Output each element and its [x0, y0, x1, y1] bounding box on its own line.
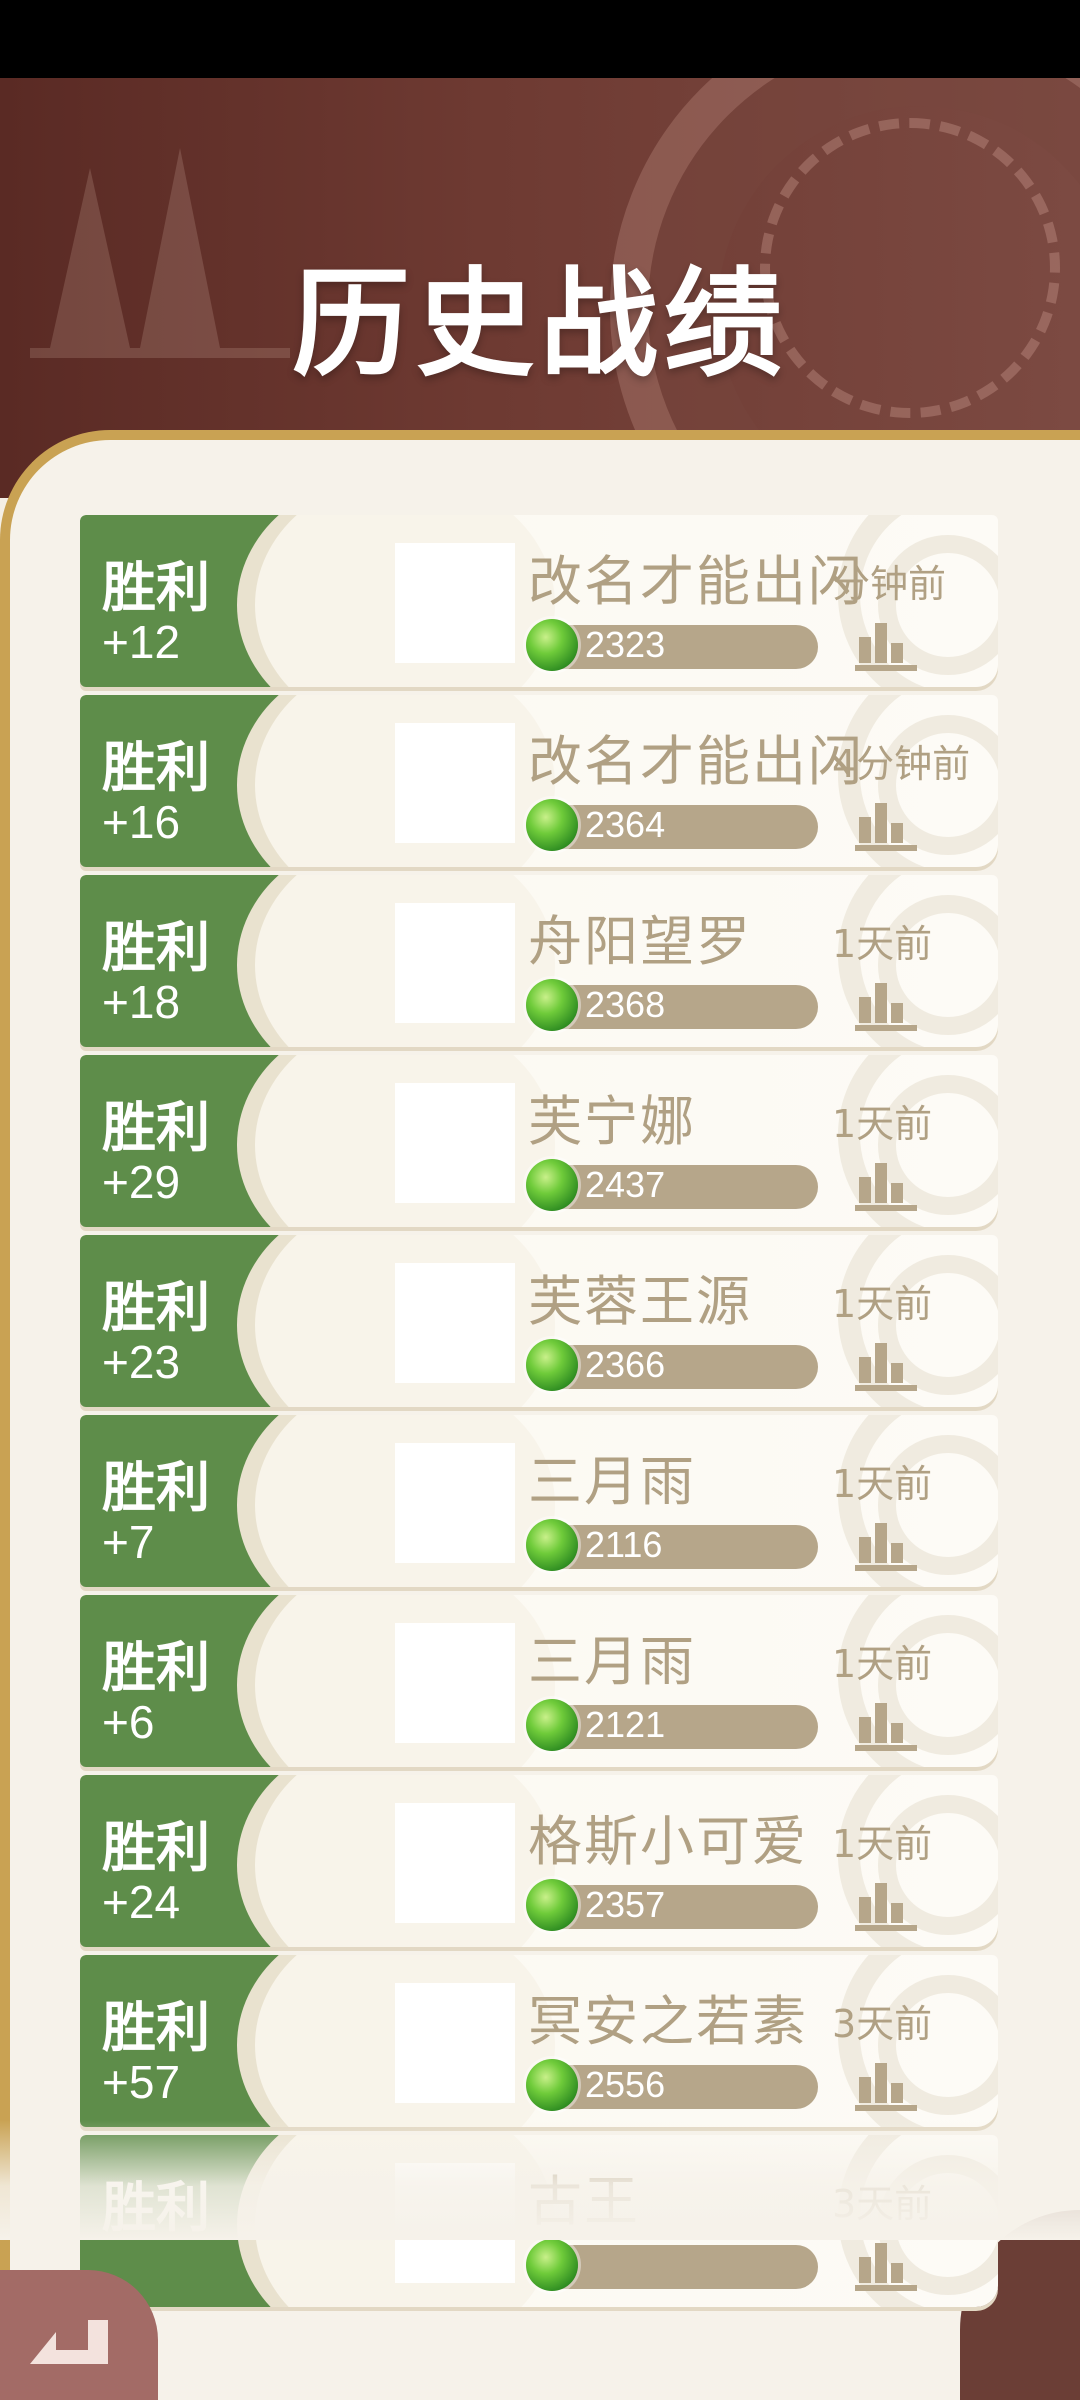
opponent-name: 格斯小可爱: [528, 1810, 808, 1873]
bar-chart-icon[interactable]: [855, 1159, 917, 1211]
match-history-list: 胜利 +12 改名才能出闪 分钟前 2323 胜利 +16 改名才能出闪 4分钟…: [80, 515, 998, 2315]
green-gem-icon: [526, 1699, 578, 1751]
score-change: +24: [102, 1876, 181, 1928]
bar-chart-icon[interactable]: [855, 2059, 917, 2111]
match-row[interactable]: 胜利 +57 冥安之若素 3天前 2556: [80, 1955, 998, 2127]
page-title: 历史战绩: [291, 255, 788, 393]
bar-chart-icon[interactable]: [855, 1339, 917, 1391]
green-gem-icon: [526, 619, 578, 671]
back-arrow-icon: [30, 2320, 108, 2364]
result-label: 胜利: [102, 1636, 210, 1699]
result-label: 胜利: [102, 1096, 210, 1159]
result-label: 胜利: [102, 1816, 210, 1879]
green-gem-icon: [526, 1879, 578, 1931]
bar-chart-icon[interactable]: [855, 2239, 917, 2291]
result-label: 胜利: [102, 1456, 210, 1519]
green-gem-icon: [526, 1519, 578, 1571]
opponent-name: 冥安之若素: [528, 1990, 808, 2053]
rank-score: 2121: [585, 1704, 666, 1745]
result-label: 胜利: [102, 1276, 210, 1339]
match-time: 1天前: [832, 1642, 933, 1686]
match-row[interactable]: 胜利 +18 舟阳望罗 1天前 2368: [80, 875, 998, 1047]
score-change: +12: [102, 616, 181, 668]
green-gem-icon: [526, 1159, 578, 1211]
opponent-avatar[interactable]: [395, 1443, 515, 1563]
back-button[interactable]: [0, 2270, 158, 2400]
rank-score: 2368: [585, 984, 666, 1025]
opponent-name: 舟阳望罗: [528, 910, 752, 973]
rank-score: 2364: [585, 804, 666, 845]
score-change: +29: [102, 1156, 181, 1208]
bar-chart-icon[interactable]: [855, 1879, 917, 1931]
score-change: +16: [102, 796, 181, 848]
match-row[interactable]: 胜利 +6 三月雨 1天前 2121: [80, 1595, 998, 1767]
status-bar: [0, 0, 1080, 78]
opponent-name: 改名才能出闪: [528, 550, 864, 613]
rank-score: 2357: [585, 1884, 666, 1925]
match-time: 分钟前: [832, 562, 947, 606]
rank-score: 2366: [585, 1344, 666, 1385]
match-time: 4分钟前: [832, 742, 971, 786]
rank-score: 2556: [585, 2064, 666, 2105]
bar-chart-icon[interactable]: [855, 979, 917, 1031]
match-time: 1天前: [832, 1102, 933, 1146]
list-fade-overlay: [0, 2120, 1080, 2240]
score-change: +18: [102, 976, 181, 1028]
opponent-avatar[interactable]: [395, 1983, 515, 2103]
result-label: 胜利: [102, 736, 210, 799]
match-time: 3天前: [832, 2002, 933, 2046]
rank-score: 2437: [585, 1164, 666, 1205]
match-row[interactable]: 胜利 +24 格斯小可爱 1天前 2357: [80, 1775, 998, 1947]
bar-chart-icon[interactable]: [855, 619, 917, 671]
green-gem-icon: [526, 979, 578, 1031]
opponent-avatar[interactable]: [395, 1623, 515, 1743]
result-label: 胜利: [102, 916, 210, 979]
match-time: 1天前: [832, 1462, 933, 1506]
match-row[interactable]: 胜利 +7 三月雨 1天前 2116: [80, 1415, 998, 1587]
green-gem-icon: [526, 2059, 578, 2111]
score-change: +57: [102, 2056, 181, 2108]
bar-chart-icon[interactable]: [855, 1519, 917, 1571]
opponent-name: 改名才能出闪: [528, 730, 864, 793]
opponent-name: 三月雨: [528, 1450, 696, 1513]
score-change: +7: [102, 1516, 155, 1568]
opponent-name: 芙蓉王源: [528, 1270, 752, 1333]
rank-score: 2323: [585, 624, 666, 665]
opponent-avatar[interactable]: [395, 543, 515, 663]
match-row[interactable]: 胜利 +12 改名才能出闪 分钟前 2323: [80, 515, 998, 687]
result-label: 胜利: [102, 1996, 210, 2059]
match-row[interactable]: 胜利 +29 芙宁娜 1天前 2437: [80, 1055, 998, 1227]
score-change: +23: [102, 1336, 181, 1388]
opponent-avatar[interactable]: [395, 1803, 515, 1923]
opponent-name: 三月雨: [528, 1630, 696, 1693]
result-label: 胜利: [102, 556, 210, 619]
opponent-avatar[interactable]: [395, 903, 515, 1023]
match-time: 1天前: [832, 1822, 933, 1866]
score-change: +6: [102, 1696, 155, 1748]
match-time: 1天前: [832, 1282, 933, 1326]
green-gem-icon: [526, 1339, 578, 1391]
green-gem-icon: [526, 799, 578, 851]
match-row[interactable]: 胜利 +23 芙蓉王源 1天前 2366: [80, 1235, 998, 1407]
opponent-name: 芙宁娜: [528, 1090, 696, 1153]
opponent-avatar[interactable]: [395, 723, 515, 843]
bar-chart-icon[interactable]: [855, 799, 917, 851]
opponent-avatar[interactable]: [395, 1083, 515, 1203]
green-gem-icon: [526, 2239, 578, 2291]
bar-chart-icon[interactable]: [855, 1699, 917, 1751]
match-time: 1天前: [832, 922, 933, 966]
match-row[interactable]: 胜利 +16 改名才能出闪 4分钟前 2364: [80, 695, 998, 867]
rank-score: 2116: [585, 1524, 663, 1565]
opponent-avatar[interactable]: [395, 1263, 515, 1383]
